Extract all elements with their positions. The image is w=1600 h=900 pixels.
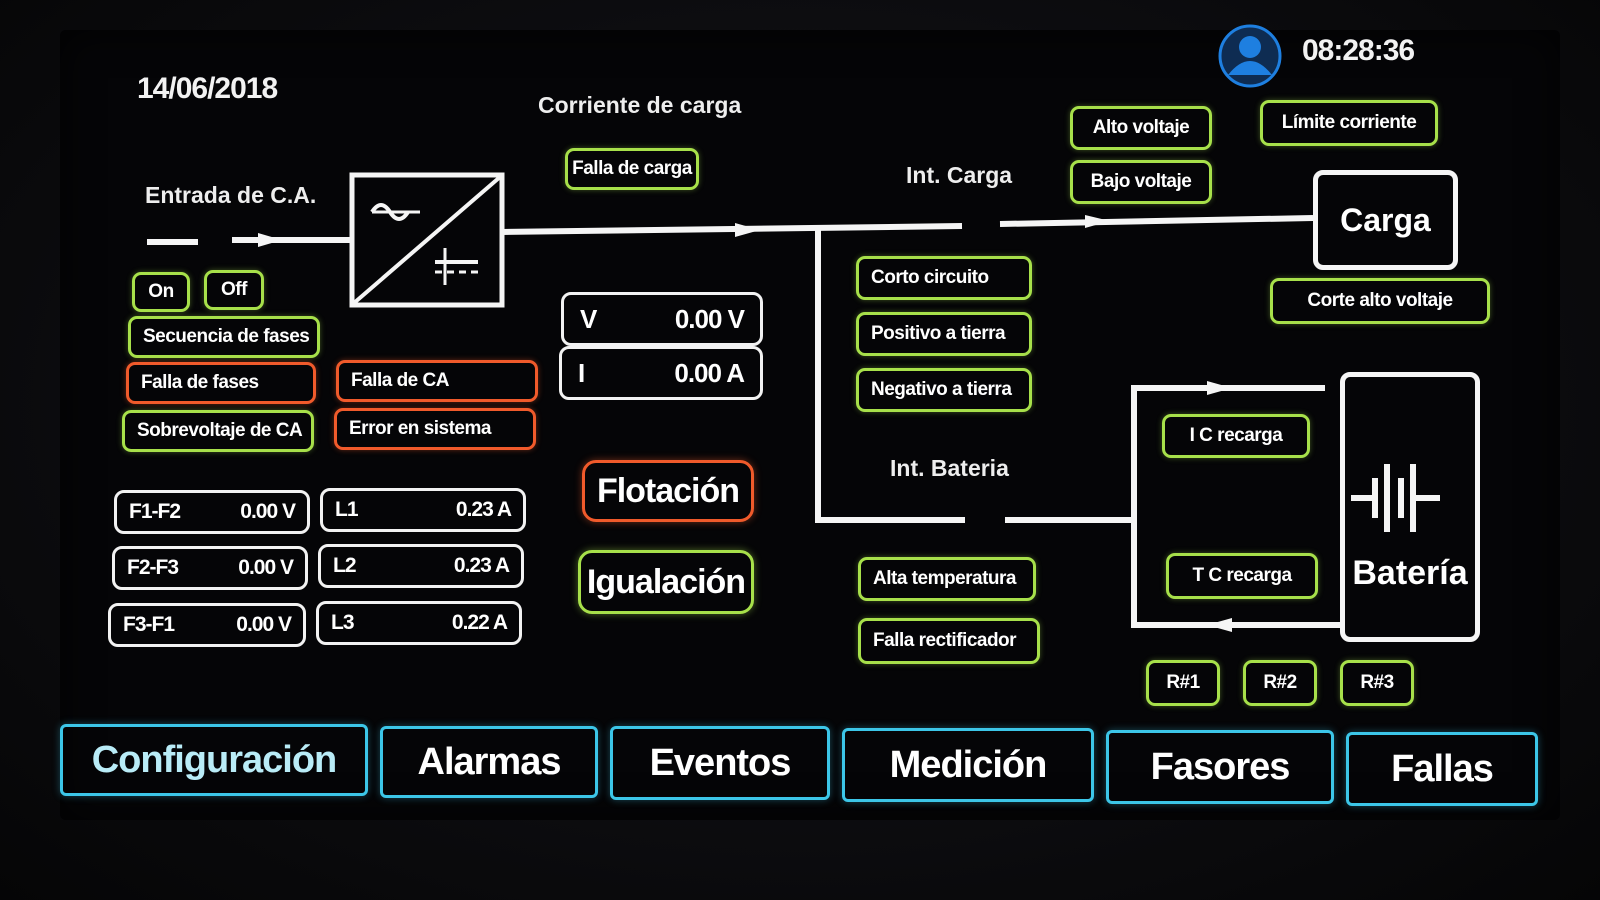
arrow-return [1207,618,1232,632]
bateria-label: Batería [1352,554,1468,592]
nav-configuracion[interactable]: Configuración [60,724,368,796]
bateria-block: Batería [1340,372,1480,642]
line-value: 0.23 A [453,554,510,577]
output-current: I 0.00 A [559,346,763,400]
carga-block: Carga [1313,170,1458,270]
indicator-rectifier-3: R#3 [1340,660,1414,706]
line-value: 0.23 A [455,498,512,521]
indicator-corto-circuito: Corto circuito [856,256,1032,300]
clock-display: 08:28:36 [1302,34,1415,67]
indicator-falla-carga: Falla de carga [565,148,699,190]
mode-igualacion-button[interactable]: Igualación [578,550,754,614]
output-voltage-label: V [580,303,597,334]
output-current-value: 0.00 A [674,357,745,388]
indicator-bajo-voltaje: Bajo voltaje [1070,160,1212,204]
user-icon[interactable] [1218,24,1282,88]
label-int-bateria: Int. Bateria [890,455,1009,481]
phase-voltage-f1f2: F1-F2 0.00 V [114,490,310,534]
indicator-ic-recarga: I C recarga [1162,414,1310,458]
indicator-positivo-tierra: Positivo a tierra [856,312,1032,356]
nav-fasores[interactable]: Fasores [1106,730,1334,804]
line-current-l2: L2 0.23 A [318,544,524,588]
phase-label: F1-F2 [129,500,181,523]
line-value: 0.22 A [451,611,508,634]
label-int-carga: Int. Carga [906,162,1013,188]
line-label: L3 [331,611,354,634]
arrow-bus [735,223,760,237]
line-label: L1 [335,498,358,521]
phase-voltage-f2f3: F2-F3 0.00 V [112,546,308,590]
nav-medicion[interactable]: Medición [842,728,1094,802]
indicator-corte-alto-voltaje: Corte alto voltaje [1270,278,1490,324]
output-voltage: V 0.00 V [561,292,763,346]
on-button[interactable]: On [132,272,190,312]
phase-label: F2-F3 [127,556,179,579]
date-display: 14/06/2018 [137,72,278,105]
off-button[interactable]: Off [204,270,264,310]
arrow-load [1085,215,1110,228]
indicator-alto-voltaje: Alto voltaje [1070,106,1212,150]
indicator-negativo-tierra: Negativo a tierra [856,368,1032,412]
output-current-label: I [578,357,585,388]
nav-fallas[interactable]: Fallas [1346,732,1538,806]
indicator-rectifier-2: R#2 [1243,660,1317,706]
rectifier-block [349,172,505,308]
line-current-l1: L1 0.23 A [320,488,526,532]
phase-voltage-f3f1: F3-F1 0.00 V [108,603,306,647]
indicator-rectifier-1: R#1 [1146,660,1220,706]
line-label: L2 [333,554,356,577]
indicator-alta-temperatura: Alta temperatura [858,557,1036,601]
indicator-falla-ca: Falla de CA [336,360,538,402]
load-line [999,215,1314,227]
nav-alarmas[interactable]: Alarmas [380,726,598,798]
label-entrada-ca: Entrada de C.A. [145,182,317,208]
mode-flotacion-button[interactable]: Flotación [582,460,754,522]
phase-value: 0.00 V [240,500,296,523]
output-voltage-value: 0.00 V [674,303,745,334]
dc-bus-line [501,223,963,235]
arrow-ac-in [258,233,282,247]
indicator-secuencia-fases: Secuencia de fases [128,316,320,358]
indicator-error-sistema: Error en sistema [334,408,536,450]
arrow-charge [1207,381,1232,395]
indicator-tc-recarga: T C recarga [1166,553,1318,599]
indicator-falla-fases: Falla de fases [126,362,316,404]
phase-label: F3-F1 [123,613,175,636]
indicator-sobrevoltaje-ca: Sobrevoltaje de CA [122,410,314,452]
phase-value: 0.00 V [238,556,294,579]
nav-eventos[interactable]: Eventos [610,726,830,800]
indicator-limite-corriente: Límite corriente [1260,100,1438,146]
indicator-falla-rectificador: Falla rectificador [858,618,1040,664]
phase-value: 0.00 V [236,613,292,636]
line-current-l3: L3 0.22 A [316,601,522,645]
label-corriente-carga: Corriente de carga [538,92,742,118]
